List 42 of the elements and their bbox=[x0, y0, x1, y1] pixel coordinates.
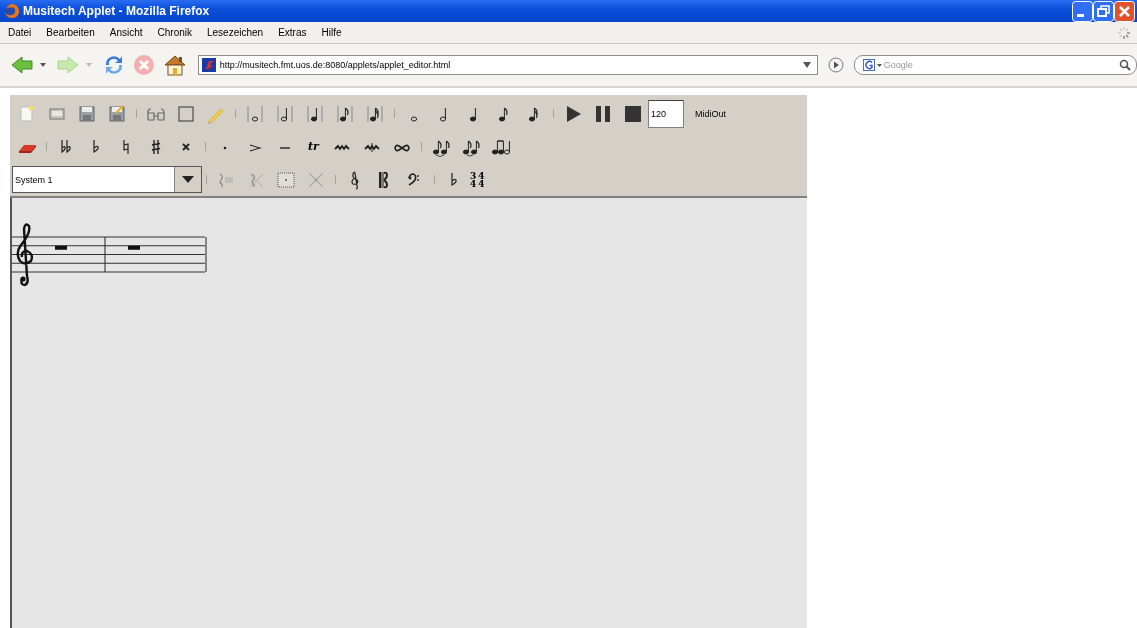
go-button[interactable] bbox=[827, 57, 844, 73]
floppy-disk-pencil-icon[interactable] bbox=[107, 103, 127, 124]
close-button[interactable] bbox=[1114, 0, 1135, 22]
window-title: Musitech Applet - Mozilla Firefox bbox=[23, 4, 211, 18]
dotted-box-icon[interactable] bbox=[276, 169, 296, 190]
time-signature-button[interactable]: 4 4 bbox=[478, 171, 485, 188]
menu-item[interactable]: Hilfe bbox=[317, 27, 342, 38]
address-field[interactable]: http://musitech.fmt.uos.de:8080/applets/applet_editor.html bbox=[197, 55, 818, 75]
measure-quarter-note-icon[interactable] bbox=[305, 103, 325, 124]
minimize-button[interactable] bbox=[1072, 0, 1093, 22]
search-field[interactable]: Google bbox=[883, 60, 1120, 70]
output-label: MidiOut bbox=[695, 108, 726, 119]
menu-item[interactable]: Ansicht bbox=[105, 27, 143, 38]
stop-icon[interactable] bbox=[623, 103, 643, 124]
menu-item[interactable]: Lesezeichen bbox=[203, 27, 264, 38]
measure-eighth-note-icon[interactable] bbox=[335, 103, 355, 124]
pause-icon[interactable] bbox=[593, 103, 613, 124]
site-icon bbox=[201, 58, 216, 72]
measure-whole-note-icon[interactable] bbox=[245, 103, 265, 124]
tempo-field[interactable]: 120 bbox=[648, 99, 684, 128]
measure-sixteenth-note-icon[interactable] bbox=[365, 103, 385, 124]
back-arrow-icon[interactable] bbox=[10, 54, 34, 76]
measure-half-note-icon[interactable] bbox=[275, 103, 295, 124]
menu-item[interactable]: Bearbeiten bbox=[42, 27, 95, 38]
menu-item[interactable]: Chronik bbox=[153, 27, 192, 38]
menu-item[interactable]: Extras bbox=[274, 27, 307, 38]
restore-button[interactable] bbox=[1093, 0, 1114, 22]
selection-rectangle-icon[interactable] bbox=[176, 103, 196, 124]
search-icon[interactable] bbox=[1119, 59, 1132, 71]
caret-icon[interactable] bbox=[876, 62, 882, 68]
browser-logo-icon bbox=[4, 3, 20, 19]
search-bar[interactable]: Google bbox=[853, 55, 1137, 75]
time-signature-button[interactable]: 3 4 bbox=[470, 171, 477, 188]
dropdown-arrow-icon[interactable] bbox=[800, 60, 813, 70]
loading-spinner-icon bbox=[1117, 25, 1131, 40]
dropdown-button[interactable] bbox=[174, 167, 201, 192]
search-engine-icon[interactable] bbox=[862, 59, 875, 71]
menu-item[interactable]: Datei bbox=[4, 27, 32, 38]
trill-button[interactable]: tr bbox=[308, 140, 319, 153]
system-dropdown[interactable]: System 1 bbox=[12, 166, 202, 193]
caret-icon bbox=[182, 176, 194, 183]
caret-icon[interactable] bbox=[39, 63, 46, 67]
